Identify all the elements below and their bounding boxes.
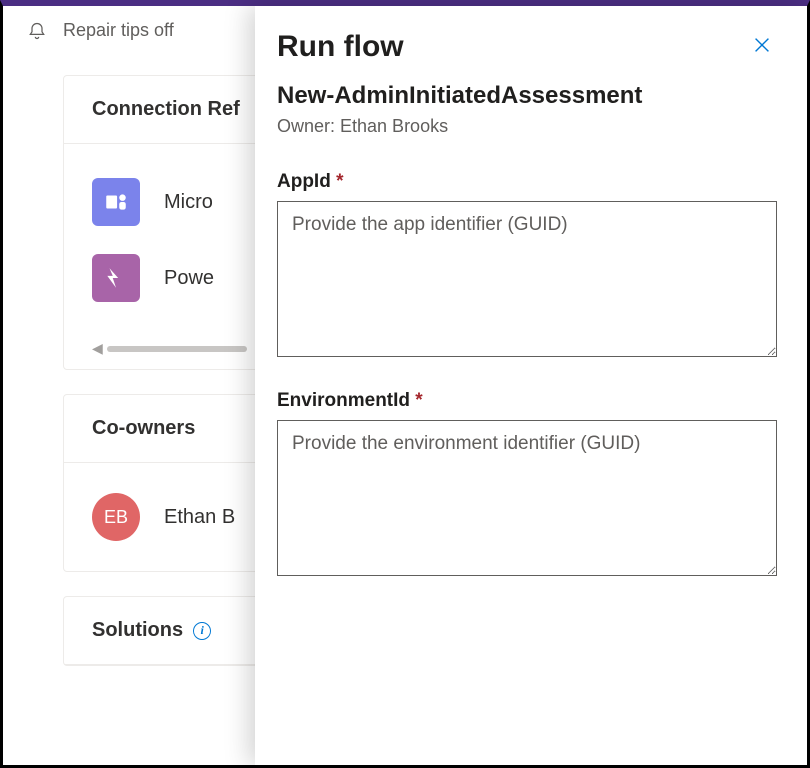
connection-label: Micro bbox=[164, 191, 213, 214]
appid-input[interactable] bbox=[277, 201, 777, 357]
info-icon[interactable]: i bbox=[193, 622, 211, 640]
appid-label-text: AppId bbox=[277, 171, 331, 192]
connection-label: Powe bbox=[164, 267, 214, 290]
teams-icon bbox=[92, 178, 140, 226]
avatar: EB bbox=[92, 493, 140, 541]
envid-label: EnvironmentId * bbox=[277, 390, 777, 412]
run-flow-panel: Run flow New-AdminInitiatedAssessment Ow… bbox=[255, 6, 807, 765]
owner-label: Owner: Ethan Brooks bbox=[277, 116, 777, 137]
chevron-left-icon: ◀ bbox=[92, 340, 103, 357]
solutions-title: Solutions bbox=[92, 619, 183, 642]
close-button[interactable] bbox=[747, 30, 777, 63]
close-icon bbox=[751, 34, 773, 56]
power-icon bbox=[92, 254, 140, 302]
repair-tips-label: Repair tips off bbox=[63, 20, 174, 41]
owner-name: Ethan B bbox=[164, 506, 235, 529]
panel-title: Run flow bbox=[277, 30, 404, 64]
flow-name: New-AdminInitiatedAssessment bbox=[277, 82, 777, 110]
required-mark: * bbox=[336, 171, 343, 192]
bell-icon bbox=[27, 21, 47, 41]
envid-label-text: EnvironmentId bbox=[277, 390, 410, 411]
required-mark: * bbox=[415, 390, 422, 411]
envid-input[interactable] bbox=[277, 420, 777, 576]
scroll-track[interactable] bbox=[107, 346, 247, 352]
appid-label: AppId * bbox=[277, 171, 777, 193]
